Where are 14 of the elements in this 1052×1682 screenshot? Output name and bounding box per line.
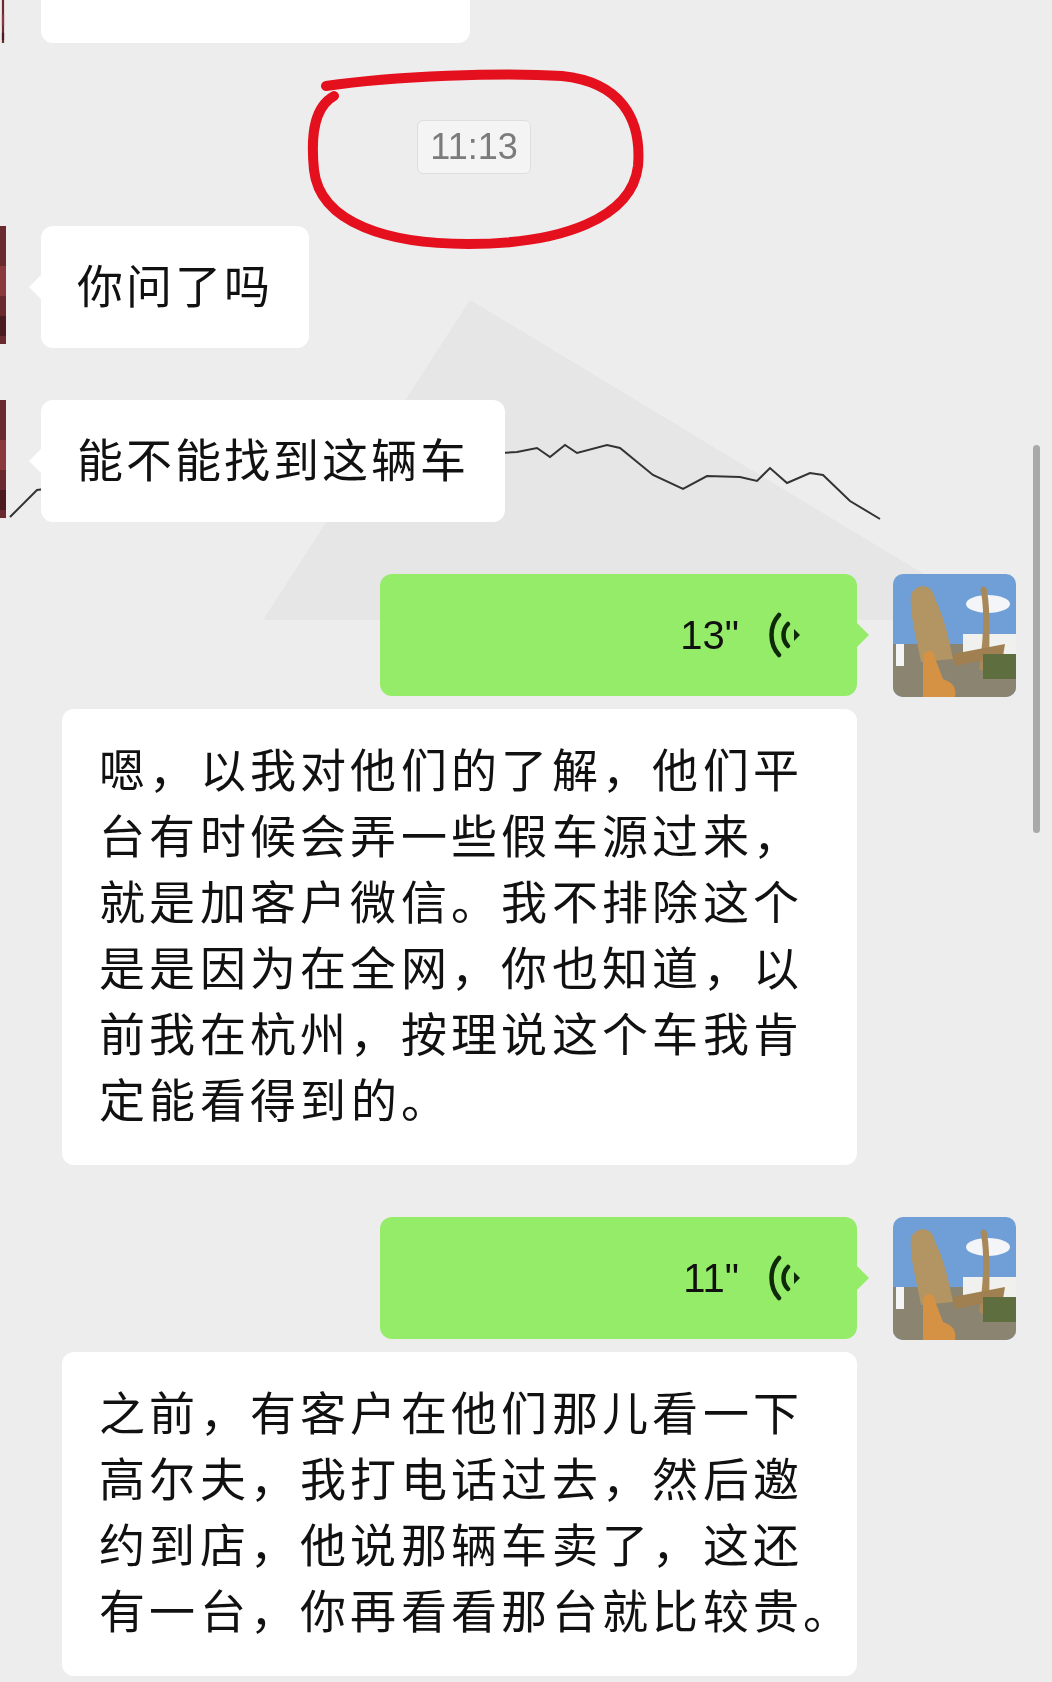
- voice-icon: [767, 1255, 801, 1301]
- transcript-text: 嗯，以我对他们的了解，他们平台有时候会弄一些假车源过来，就是加客户微信。我不排除这个是是因为在全网，你也知道，以前我在杭州，按理说这个车我肯定能看得到的。: [62, 709, 857, 1165]
- voice-duration: 11": [683, 1255, 739, 1301]
- voice-message[interactable]: 13": [380, 574, 857, 696]
- bubble-tail: [857, 1266, 869, 1290]
- message-bubble: 你问了吗: [41, 226, 309, 348]
- message-bubble: 能不能找到这辆车: [41, 400, 505, 522]
- scrollbar[interactable]: [1033, 445, 1040, 833]
- voice-icon: [767, 612, 801, 658]
- bubble-tail: [857, 623, 869, 647]
- voice-duration: 13": [680, 612, 739, 658]
- transcript-text: 之前，有客户在他们那儿看一下高尔夫，我打电话过去，然后邀约到店，他说那辆车卖了，这还有一台，你再看看那台就比较贵。: [62, 1352, 857, 1676]
- voice-message[interactable]: 11": [380, 1217, 857, 1339]
- timestamp: 11:13: [417, 120, 531, 174]
